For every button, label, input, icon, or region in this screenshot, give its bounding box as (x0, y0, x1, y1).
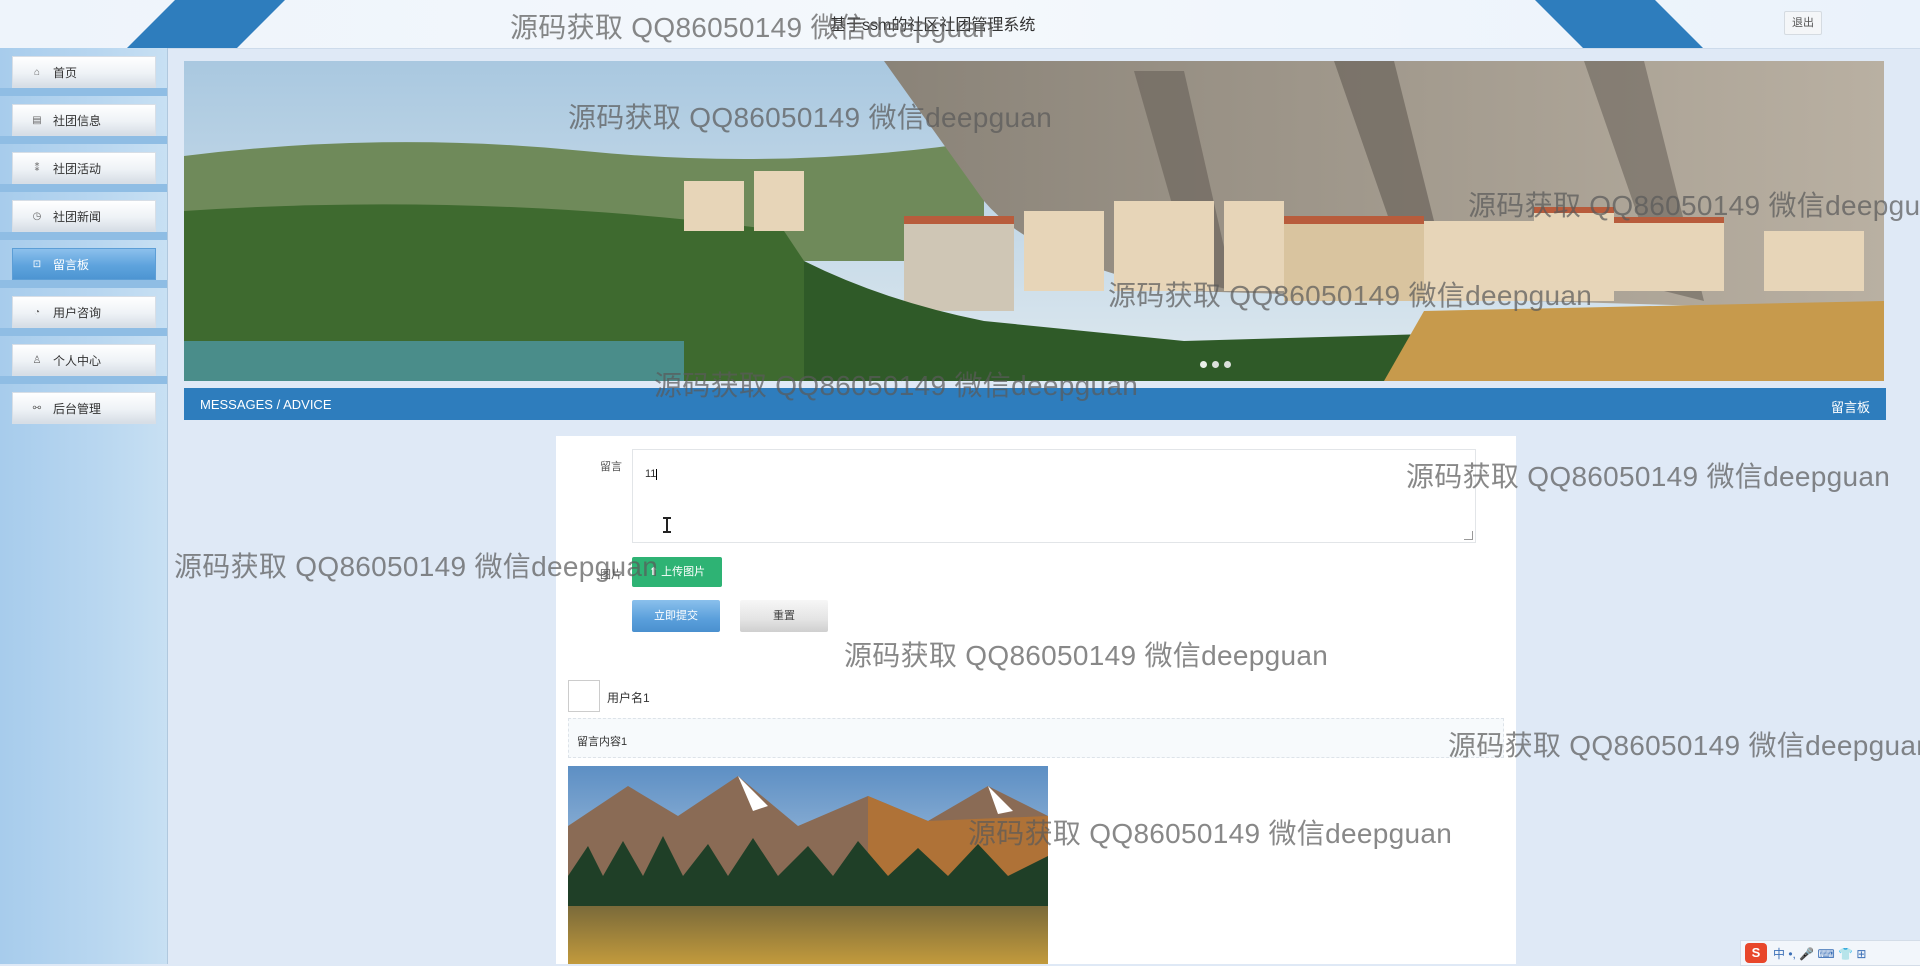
watermark: 源码获取 QQ86050149 微信deepguan (654, 370, 1139, 401)
logout-button[interactable]: 退出 (1784, 11, 1822, 35)
sidebar-item-label: 后台管理 (53, 402, 102, 416)
watermark: 源码获取 QQ86050149 微信deepguan (968, 818, 1453, 849)
watermark: 源码获取 QQ86050149 微信deepguan (1406, 461, 1891, 492)
watermark: 源码获取 QQ86050149 微信deepguan (1468, 190, 1920, 221)
sidebar-item-club-info[interactable]: ▤ 社团信息 (12, 104, 156, 136)
sidebar-item-label: 社团新闻 (53, 210, 102, 224)
watermark: 源码获取 QQ86050149 微信deepguan (1108, 280, 1593, 311)
comment-username: 用户名1 (607, 691, 650, 705)
ime-status: 中 •, 🎤 ⌨ 👕 ⊞ (1773, 947, 1867, 961)
watermark: 源码获取 QQ86050149 微信deepguan (510, 12, 995, 43)
watermark: 源码获取 QQ86050149 微信deepguan (1448, 730, 1920, 761)
carousel-dot[interactable] (1212, 361, 1219, 368)
watermark: 源码获取 QQ86050149 微信deepguan (174, 551, 659, 582)
resize-handle[interactable] (1464, 531, 1473, 540)
section-title-en: MESSAGES / ADVICE (200, 397, 332, 412)
header-decor-left (115, 0, 295, 48)
carousel-dot[interactable] (1200, 361, 1207, 368)
sidebar-item-label: 社团信息 (53, 114, 102, 128)
activity-icon: ⁑ (34, 163, 40, 174)
comment-content: 留言内容1 (568, 718, 1504, 758)
clock-icon: ◷ (32, 211, 42, 222)
sidebar-item-label: 个人中心 (53, 354, 102, 368)
chat-icon: ◔ (33, 307, 41, 318)
sidebar-item-label: 首页 (53, 66, 78, 80)
sidebar-item-home[interactable]: ⌂ 首页 (12, 56, 156, 88)
text-cursor (663, 517, 671, 533)
watermark: 源码获取 QQ86050149 微信deepguan (844, 640, 1329, 671)
sidebar-item-admin[interactable]: ⚯ 后台管理 (12, 392, 156, 424)
message-textarea[interactable]: 11 (632, 449, 1476, 543)
nav-separator (0, 184, 168, 192)
ime-toolbar[interactable]: S 中 •, 🎤 ⌨ 👕 ⊞ (1740, 940, 1920, 966)
nav-separator (0, 376, 168, 384)
user-icon: ♙ (32, 355, 42, 366)
sidebar-item-label: 留言板 (53, 258, 90, 272)
reset-button[interactable]: 重置 (740, 600, 828, 632)
upload-label: 上传图片 (661, 566, 706, 578)
section-title-cn: 留言板 (1830, 400, 1870, 415)
list-icon: ▤ (32, 115, 42, 126)
link-icon: ⚯ (32, 403, 42, 414)
avatar (568, 680, 600, 712)
nav-separator (0, 328, 168, 336)
message-icon: ⊡ (32, 259, 42, 270)
nav-separator (0, 280, 168, 288)
sidebar-item-message-board[interactable]: ⊡ 留言板 (12, 248, 156, 280)
submit-button[interactable]: 立即提交 (632, 600, 720, 632)
home-icon: ⌂ (33, 67, 41, 78)
sidebar-item-user-consult[interactable]: ◔ 用户咨询 (12, 296, 156, 328)
sidebar-item-club-activity[interactable]: ⁑ 社团活动 (12, 152, 156, 184)
comment-image (568, 766, 1048, 964)
carousel-dot[interactable] (1224, 361, 1231, 368)
header-decor-right (1525, 0, 1715, 48)
mountain-lake-image (568, 766, 1048, 964)
nav-separator (0, 88, 168, 96)
nav-separator (0, 136, 168, 144)
sidebar-item-label: 用户咨询 (53, 306, 102, 320)
sidebar-item-club-news[interactable]: ◷ 社团新闻 (12, 200, 156, 232)
sogou-icon: S (1745, 943, 1767, 963)
sidebar: ⌂ 首页 ▤ 社团信息 ⁑ 社团活动 ◷ 社团新闻 ⊡ 留言板 ◔ 用户咨询 ♙… (0, 48, 168, 964)
sidebar-item-personal-center[interactable]: ♙ 个人中心 (12, 344, 156, 376)
message-label: 留言 (600, 461, 622, 473)
watermark: 源码获取 QQ86050149 微信deepguan (568, 102, 1053, 133)
nav-separator (0, 232, 168, 240)
sidebar-item-label: 社团活动 (53, 162, 102, 176)
carousel-dots[interactable] (1200, 357, 1236, 371)
message-text: 11 (645, 468, 657, 480)
